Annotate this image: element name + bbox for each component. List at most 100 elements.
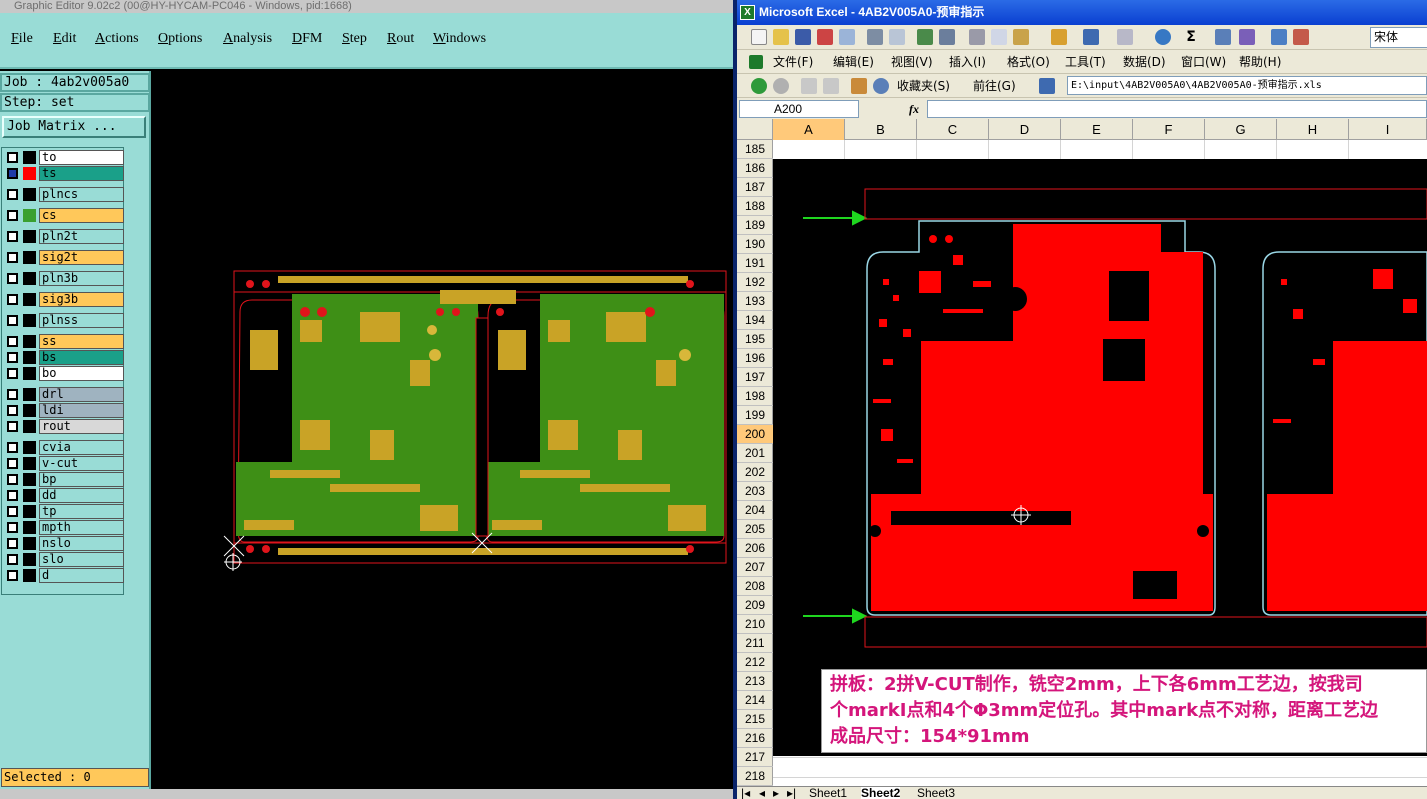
layer-checkbox[interactable]: [7, 152, 18, 163]
paste-icon[interactable]: [1013, 29, 1029, 45]
layer-name[interactable]: mpth: [39, 520, 124, 535]
layer-color-swatch[interactable]: [23, 188, 36, 201]
layer-row-ldi[interactable]: ldi: [4, 403, 124, 418]
layer-checkbox[interactable]: [7, 210, 18, 221]
layer-row-sig2t[interactable]: sig2t: [4, 250, 124, 265]
tab-nav-next[interactable]: ▸: [773, 787, 779, 799]
back-icon[interactable]: [751, 78, 767, 94]
layer-checkbox[interactable]: [7, 490, 18, 501]
column-header-d[interactable]: D: [989, 119, 1061, 140]
formula-input[interactable]: [927, 100, 1427, 118]
layer-checkbox[interactable]: [7, 168, 18, 179]
row-header-203[interactable]: 203: [737, 482, 773, 501]
home-icon[interactable]: [851, 78, 867, 94]
refresh-icon[interactable]: [823, 78, 839, 94]
layer-row-dd[interactable]: dd: [4, 488, 124, 503]
layer-color-swatch[interactable]: [23, 151, 36, 164]
save-icon[interactable]: [795, 29, 811, 45]
layer-name[interactable]: ldi: [39, 403, 124, 418]
research-icon[interactable]: [939, 29, 955, 45]
menu-dfm[interactable]: DFM: [292, 31, 322, 47]
layer-name[interactable]: drl: [39, 387, 124, 402]
layer-row-cvia[interactable]: cvia: [4, 440, 124, 455]
tab-sheet1[interactable]: Sheet1: [809, 787, 847, 799]
layer-checkbox[interactable]: [7, 474, 18, 485]
row-header-216[interactable]: 216: [737, 729, 773, 748]
row-header-211[interactable]: 211: [737, 634, 773, 653]
row-header-195[interactable]: 195: [737, 330, 773, 349]
row-header-201[interactable]: 201: [737, 444, 773, 463]
layer-checkbox[interactable]: [7, 442, 18, 453]
layer-checkbox[interactable]: [7, 458, 18, 469]
stop-icon[interactable]: [801, 78, 817, 94]
layer-row-mpth[interactable]: mpth: [4, 520, 124, 535]
row-header-198[interactable]: 198: [737, 387, 773, 406]
row-header-196[interactable]: 196: [737, 349, 773, 368]
menu-windows[interactable]: Windows: [433, 31, 486, 47]
layer-checkbox[interactable]: [7, 538, 18, 549]
layer-checkbox[interactable]: [7, 421, 18, 432]
column-header-g[interactable]: G: [1205, 119, 1277, 140]
layer-checkbox[interactable]: [7, 570, 18, 581]
menu-step[interactable]: Step: [342, 31, 367, 47]
layer-checkbox[interactable]: [7, 554, 18, 565]
menu-tools-cn[interactable]: 工具(T): [1065, 50, 1106, 74]
new-icon[interactable]: [751, 29, 767, 45]
layer-color-swatch[interactable]: [23, 293, 36, 306]
row-header-200[interactable]: 200: [737, 425, 773, 444]
address-field[interactable]: E:\input\4AB2V005A0\4AB2V005A0-预审指示.xls: [1067, 76, 1427, 95]
layer-name[interactable]: ts: [39, 166, 124, 181]
layer-row-bs[interactable]: bs: [4, 350, 124, 365]
row-header-209[interactable]: 209: [737, 596, 773, 615]
layer-color-swatch[interactable]: [23, 351, 36, 364]
layer-row-bo[interactable]: bo: [4, 366, 124, 381]
layer-name[interactable]: cs: [39, 208, 124, 223]
row-header-218[interactable]: 218: [737, 767, 773, 786]
menu-help-cn[interactable]: 帮助(H): [1239, 50, 1281, 74]
menu-analysis[interactable]: Analysis: [223, 31, 272, 47]
layer-row-tp[interactable]: tp: [4, 504, 124, 519]
forward-icon[interactable]: [773, 78, 789, 94]
tab-sheet3[interactable]: Sheet3: [917, 787, 955, 799]
worksheet-grid[interactable]: ABCDEFGHI 185 186 187 188 189 190 191 192 193 194…: [737, 119, 1427, 786]
layer-checkbox[interactable]: [7, 368, 18, 379]
layer-name[interactable]: bp: [39, 472, 124, 487]
open-icon[interactable]: [773, 29, 789, 45]
layer-name[interactable]: nslo: [39, 536, 124, 551]
menu-view-cn[interactable]: 视图(V): [891, 50, 933, 74]
layer-color-swatch[interactable]: [23, 473, 36, 486]
layer-color-swatch[interactable]: [23, 553, 36, 566]
layer-name[interactable]: plnss: [39, 313, 124, 328]
layer-color-swatch[interactable]: [23, 537, 36, 550]
name-box[interactable]: A200: [739, 100, 859, 118]
row-header-202[interactable]: 202: [737, 463, 773, 482]
layer-color-swatch[interactable]: [23, 420, 36, 433]
row-header-192[interactable]: 192: [737, 273, 773, 292]
layer-row-d[interactable]: d: [4, 568, 124, 583]
layer-name[interactable]: bo: [39, 366, 124, 381]
layer-checkbox[interactable]: [7, 352, 18, 363]
menu-data-cn[interactable]: 数据(D): [1123, 50, 1166, 74]
layer-row-pln3b[interactable]: pln3b: [4, 271, 124, 286]
column-header-f[interactable]: F: [1133, 119, 1205, 140]
font-name-box[interactable]: 宋体: [1370, 27, 1427, 48]
undo-icon[interactable]: [1083, 29, 1099, 45]
row-header-204[interactable]: 204: [737, 501, 773, 520]
sort-ascending-icon[interactable]: [1215, 29, 1231, 45]
layer-checkbox[interactable]: [7, 252, 18, 263]
layer-row-cs[interactable]: cs: [4, 208, 124, 223]
row-header-208[interactable]: 208: [737, 577, 773, 596]
layer-color-swatch[interactable]: [23, 521, 36, 534]
layer-name[interactable]: d: [39, 568, 124, 583]
layer-color-swatch[interactable]: [23, 404, 36, 417]
layer-row-slo[interactable]: slo: [4, 552, 124, 567]
tab-sheet2[interactable]: Sheet2: [861, 787, 901, 799]
layer-row-to[interactable]: to: [4, 150, 124, 165]
goto-menu[interactable]: 前往(G): [973, 74, 1016, 98]
layer-color-swatch[interactable]: [23, 489, 36, 502]
column-header-h[interactable]: H: [1277, 119, 1349, 140]
row-header-210[interactable]: 210: [737, 615, 773, 634]
tab-nav-last[interactable]: ▸|: [787, 787, 796, 799]
row-header-185[interactable]: 185: [737, 140, 773, 159]
layer-row-rout[interactable]: rout: [4, 419, 124, 434]
